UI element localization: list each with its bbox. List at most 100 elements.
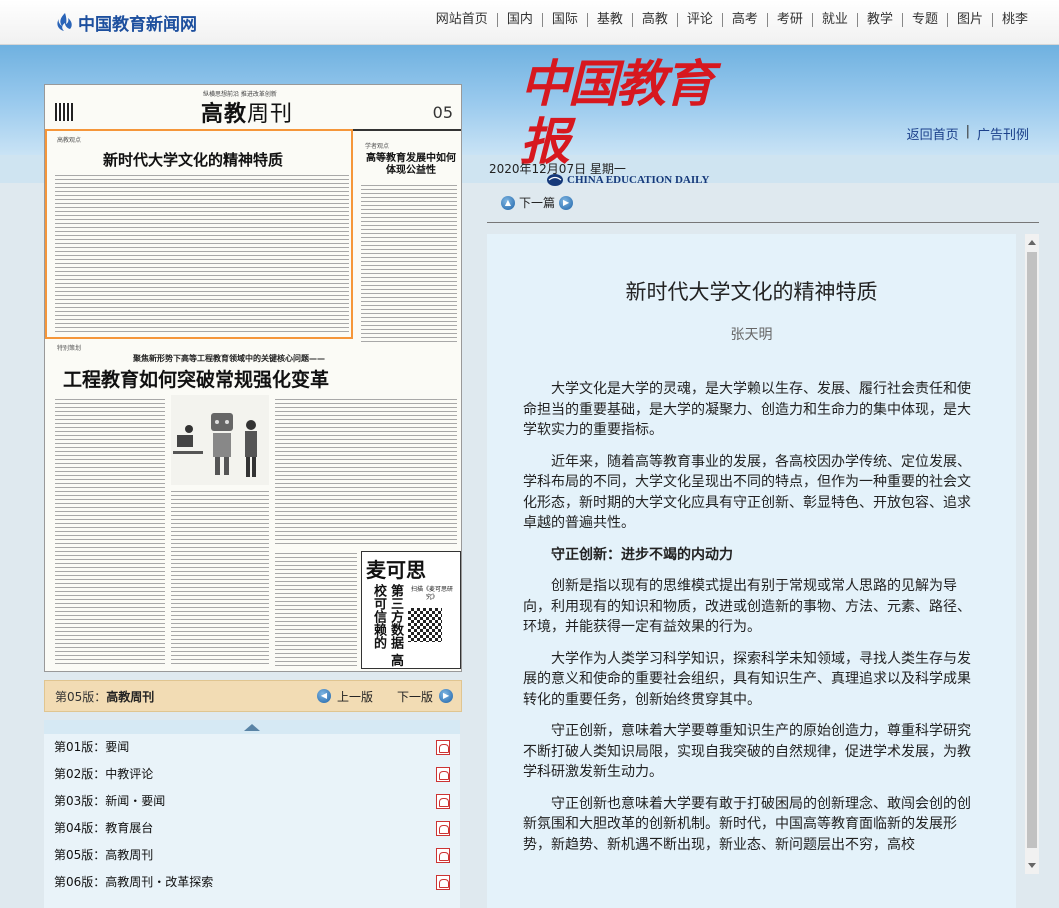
paper-page-header: 纵横思想前沿 推进改革创新 高教周刊 05 (45, 85, 461, 131)
scroll-down-icon[interactable] (1028, 863, 1036, 868)
nav-item-gaokao[interactable]: 高考 (721, 13, 767, 27)
prev-page-label: 上一版 (337, 689, 374, 704)
page-list-collapse-button[interactable] (44, 720, 460, 734)
nav-item-home[interactable]: 网站首页 (427, 13, 497, 27)
prev-page-button[interactable]: ◀ 上一版 (317, 688, 373, 705)
nav-item-international[interactable]: 国际 (541, 13, 587, 27)
current-page-name: 高教周刊 (106, 689, 155, 704)
current-page-label: 第05版： (55, 689, 107, 704)
pdf-icon[interactable] (436, 875, 450, 890)
page-list-item-label: 第02版： (54, 767, 106, 781)
page-list-item[interactable]: 第01版：要闻 (44, 734, 460, 761)
arrow-left-icon: ◀ (317, 689, 331, 703)
paper-side-headline: 高等教育发展中如何体现公益性 (366, 153, 456, 176)
nav-item-basic-edu[interactable]: 基教 (586, 13, 632, 27)
next-article-link[interactable]: 下一篇 (519, 194, 555, 211)
paper-headline-2: 工程教育如何突破常规强化变革 (63, 369, 330, 391)
article-paragraph: 大学作为人类学习科学知识，探索科学未知领域，寻找人类生存与发展的意义和使命的重要… (523, 650, 971, 708)
paper-page-title: 高教周刊 (201, 96, 293, 128)
pdf-icon[interactable] (436, 740, 450, 755)
pdf-icon[interactable] (436, 821, 450, 836)
page-list-item[interactable]: 第04版：教育展台 (44, 815, 460, 842)
nav-item-taoli[interactable]: 桃李 (991, 13, 1037, 27)
robot-illustration-icon (171, 395, 269, 485)
page-list-item[interactable]: 第06版：高教周刊・改革探索 (44, 869, 460, 896)
arrow-right-icon: ▶ (439, 689, 454, 703)
paper-preheadline-2: 聚焦新形势下高等工程教育领域中的关键核心问题—— (133, 354, 325, 363)
nav-item-topics[interactable]: 专题 (901, 13, 947, 27)
flame-logo-icon (57, 13, 72, 31)
page-list-item-name: 高教周刊 (105, 848, 154, 862)
page-list-item-label: 第01版： (54, 740, 106, 754)
paper-text-block (275, 397, 457, 547)
arrow-up-icon: ▲ (501, 195, 515, 210)
nav-item-higher-edu[interactable]: 高教 (631, 13, 677, 27)
article-paragraph: 近年来，随着高等教育事业的发展，各高校因办学传统、定位发展、学科布局的不同，大学… (523, 453, 971, 532)
paper-qr-icon (55, 103, 73, 121)
page-list-item-label: 第03版： (54, 794, 106, 808)
pdf-icon[interactable] (436, 794, 450, 809)
link-separator: | (965, 124, 970, 139)
paper-tag-2: 特别策划 (57, 345, 82, 352)
article-body: 大学文化是大学的灵魂，是大学赖以生存、发展、履行社会责任和使命担当的重要基础，是… (523, 379, 973, 866)
newspaper-page-image[interactable]: 纵横思想前沿 推进改革创新 高教周刊 05 高教观点 新时代大学文化的精神特质 … (44, 84, 462, 672)
ad-caption: 扫描《麦可思研究》 (410, 586, 453, 601)
article-paragraph: 大学文化是大学的灵魂，是大学赖以生存、发展、履行社会责任和使命担当的重要基础，是… (523, 381, 971, 438)
chevron-up-icon (244, 723, 260, 731)
next-page-button[interactable]: 下一版 ▶ (397, 688, 454, 705)
paper-text-block (275, 551, 357, 667)
page-list-item-name: 中教评论 (105, 767, 154, 781)
article-paragraph: 创新是指以现有的思维模式提出有别于常规或常人思路的见解为导向，利用现有的知识和物… (523, 578, 971, 635)
page-list-item-name: 要闻 (105, 740, 130, 754)
main-nav: 网站首页 国内 国际 基教 高教 评论 高考 考研 就业 教学 专题 图片 桃李 (427, 13, 1037, 27)
article-title: 新时代大学文化的精神特质 (625, 280, 878, 304)
left-column: 纵横思想前沿 推进改革创新 高教周刊 05 高教观点 新时代大学文化的精神特质 … (44, 84, 462, 908)
nav-item-domestic[interactable]: 国内 (496, 13, 542, 27)
site-logo[interactable]: 中国教育新闻网 (56, 9, 197, 35)
article-scrollbar[interactable] (1025, 234, 1039, 874)
nav-item-comment[interactable]: 评论 (676, 13, 722, 27)
page-list-item-label: 第04版： (54, 821, 106, 835)
ad-qr-code-icon (408, 608, 442, 642)
paper-text-block (361, 183, 457, 343)
back-home-link[interactable]: 返回首页 (907, 124, 959, 143)
scroll-up-icon[interactable] (1028, 240, 1036, 245)
page-list-item[interactable]: 第05版：高教周刊 (44, 842, 460, 869)
paper-title-bold: 高教 (201, 101, 248, 127)
current-page: 第05版：高教周刊 (55, 688, 154, 705)
pdf-icon[interactable] (436, 848, 450, 863)
masthead: 中国教育报 CHINA EDUCATION DAILY (520, 55, 720, 186)
ad-title: 麦可思 (366, 558, 426, 582)
nav-item-kaoyan[interactable]: 考研 (766, 13, 812, 27)
nav-item-jobs[interactable]: 就业 (811, 13, 857, 27)
next-page-label: 下一版 (397, 689, 434, 704)
ad-rates-link[interactable]: 广告刊例 (977, 124, 1029, 143)
page-list-item-name: 新闻・要闻 (105, 794, 166, 808)
page-list: 第01版：要闻 第02版：中教评论 第03版：新闻・要闻 第04版：教育展台 第… (44, 720, 460, 908)
ad-vertical-text: 第三方数据 高校可信赖的 (371, 584, 403, 667)
selected-article-highlight[interactable] (45, 129, 353, 339)
masthead-title: 中国教育报 (520, 54, 714, 171)
page-list-item-name: 高教周刊・改革探索 (105, 875, 214, 889)
paper-advertisement: 麦可思 第三方数据 高校可信赖的 扫描《麦可思研究》 (361, 551, 461, 669)
paper-tag-side: 学者观点 (365, 143, 390, 150)
article-paragraph: 守正创新也意味着大学要有敢于打破困局的创新理念、敢闯会创的创新氛围和大胆改革的创… (523, 795, 971, 853)
nav-item-teaching[interactable]: 教学 (856, 13, 902, 27)
right-column: ▲ 下一篇 ▶ 新时代大学文化的精神特质 张天明 大学文化是大学的灵魂，是大学赖… (487, 186, 1039, 908)
article-panel: 新时代大学文化的精神特质 张天明 大学文化是大学的灵魂，是大学赖以生存、发展、履… (487, 234, 1016, 908)
arrow-right-icon[interactable]: ▶ (559, 195, 574, 210)
nav-item-photos[interactable]: 图片 (946, 13, 992, 27)
site-logo-text: 中国教育新闻网 (78, 14, 197, 35)
scrollbar-thumb[interactable] (1027, 252, 1037, 848)
page-list-item-label: 第06版： (54, 875, 106, 889)
page-list-item[interactable]: 第03版：新闻・要闻 (44, 788, 460, 815)
page-list-item-name: 教育展台 (105, 821, 154, 835)
page-list-item-label: 第05版： (54, 848, 106, 862)
page-bar: 第05版：高教周刊 ◀ 上一版 下一版 ▶ (44, 680, 462, 712)
pdf-icon[interactable] (436, 767, 450, 782)
article-author: 张天明 (730, 327, 773, 343)
top-bar: 中国教育新闻网 网站首页 国内 国际 基教 高教 评论 高考 考研 就业 教学 … (0, 0, 1059, 45)
paper-text-block (171, 489, 269, 667)
page-list-item[interactable]: 第02版：中教评论 (44, 761, 460, 788)
paper-text-block (55, 397, 165, 667)
